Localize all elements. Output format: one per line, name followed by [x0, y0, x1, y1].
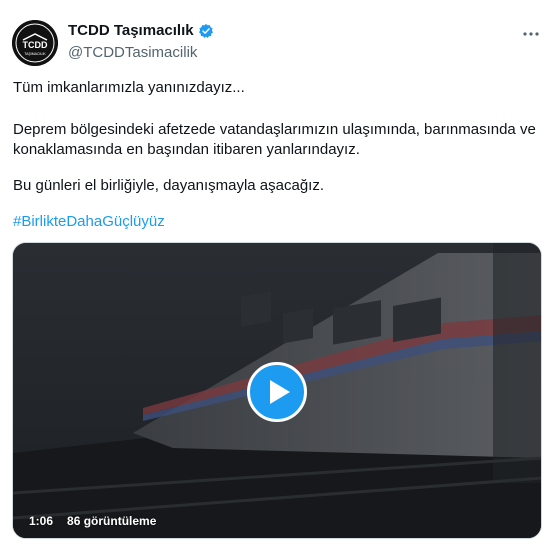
- play-icon: [269, 380, 290, 404]
- hashtag-link[interactable]: #BirlikteDahaGüçlüyüz: [13, 212, 165, 232]
- logo-text: TCDD: [23, 40, 48, 50]
- author-name-row: TCDD Taşımacılık: [68, 22, 214, 39]
- tcdd-logo: TCDD TAŞIMACILIK: [12, 20, 58, 66]
- tweet-line-3: Bu günleri el birliğiyle, dayanışmayla a…: [13, 177, 324, 194]
- display-name[interactable]: TCDD Taşımacılık: [68, 22, 194, 39]
- tweet-line-2: Deprem bölgesindeki afetzede vatandaşlar…: [13, 121, 536, 158]
- verified-badge-icon[interactable]: [198, 23, 214, 39]
- video-meta: 1:06 86 görüntüleme: [29, 514, 156, 528]
- play-button[interactable]: [247, 362, 307, 422]
- video-player[interactable]: 1:06 86 görüntüleme: [12, 242, 542, 539]
- avatar[interactable]: TCDD TAŞIMACILIK: [12, 20, 58, 66]
- logo-subtext: TAŞIMACILIK: [24, 52, 46, 56]
- video-duration: 1:06: [29, 514, 54, 528]
- video-views: 86 görüntüleme: [67, 514, 157, 528]
- more-horizontal-icon[interactable]: [521, 24, 541, 44]
- author-handle[interactable]: @TCDDTasimacilik: [68, 44, 197, 61]
- tweet-line-1: Tüm imkanlarımızla yanınızdayız...: [13, 79, 245, 96]
